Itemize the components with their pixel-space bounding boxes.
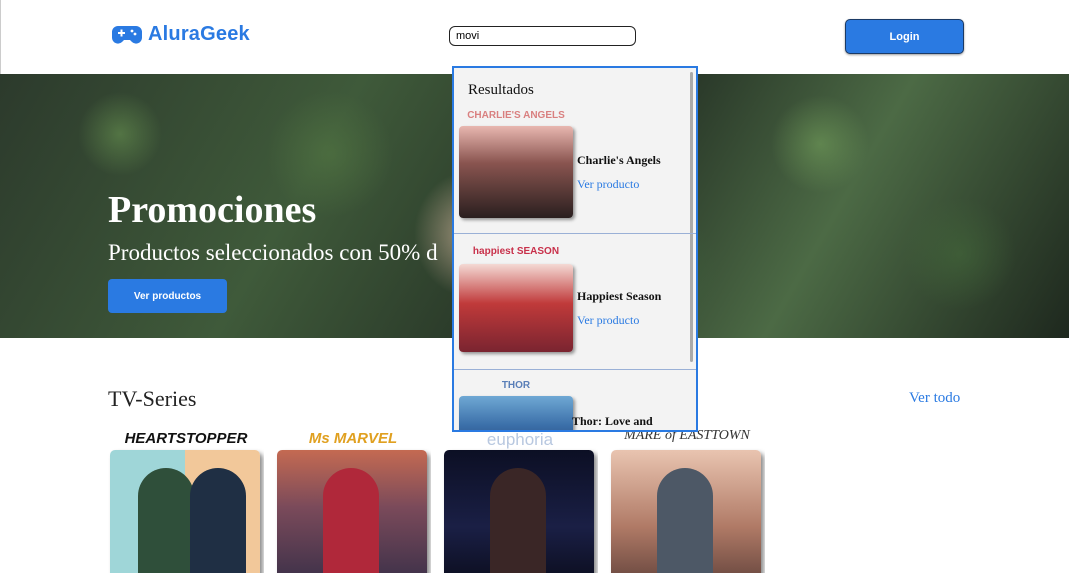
hero-subtitle: Productos seleccionados con 50% d xyxy=(108,240,438,265)
product-poster: MARE of EASTTOWN xyxy=(609,428,765,573)
product-card[interactable]: HEARTSTOPPER xyxy=(108,428,264,573)
view-products-button[interactable]: Ver productos xyxy=(108,279,227,313)
product-card[interactable]: Ms MARVEL xyxy=(275,428,431,573)
site-header: AluraGeek Login xyxy=(0,0,1069,74)
poster-figure xyxy=(323,468,379,573)
product-poster: HEARTSTOPPER xyxy=(108,428,264,573)
poster-title: euphoria xyxy=(486,430,554,449)
see-all-link[interactable]: Ver todo xyxy=(909,390,960,407)
search-results-panel: Resultados CHARLIE'S ANGELS Charlie's An… xyxy=(452,66,698,432)
thumbnail-title: CHARLIE'S ANGELS xyxy=(467,110,565,121)
result-thumbnail: THOR xyxy=(457,380,575,430)
view-product-link[interactable]: Ver producto xyxy=(577,313,639,328)
results-title: Resultados xyxy=(468,82,534,98)
product-card[interactable]: euphoria xyxy=(442,428,598,573)
result-name: Thor: Love and xyxy=(572,414,653,428)
result-thumbnail: happiest SEASON xyxy=(457,246,575,356)
product-grid: HEARTSTOPPER Ms MARVEL euphoria MARE of … xyxy=(108,428,765,573)
result-thumbnail: CHARLIE'S ANGELS xyxy=(457,110,575,220)
poster-title: Ms MARVEL xyxy=(308,430,398,447)
thumbnail-title: happiest SEASON xyxy=(472,246,560,257)
search-input[interactable] xyxy=(449,26,636,46)
thumbnail-poster xyxy=(459,264,573,352)
login-button[interactable]: Login xyxy=(845,19,964,54)
product-poster: Ms MARVEL xyxy=(275,428,431,573)
result-item[interactable]: THOR Thor: Love and xyxy=(454,370,696,430)
product-poster: euphoria xyxy=(442,428,598,573)
logo[interactable]: AluraGeek xyxy=(112,22,250,46)
section-title: TV-Series xyxy=(108,386,197,411)
result-item[interactable]: happiest SEASON Happiest Season Ver prod… xyxy=(454,234,696,370)
product-card[interactable]: MARE of EASTTOWN xyxy=(609,428,765,573)
result-name: Happiest Season xyxy=(577,289,662,303)
view-product-link[interactable]: Ver producto xyxy=(577,177,639,192)
poster-figure xyxy=(490,468,546,573)
result-item[interactable]: CHARLIE'S ANGELS Charlie's Angels Ver pr… xyxy=(454,98,696,234)
poster-figure xyxy=(657,468,713,573)
hero-title: Promociones xyxy=(108,189,317,231)
poster-title: HEARTSTOPPER xyxy=(124,430,248,447)
result-name: Charlie's Angels xyxy=(577,153,661,167)
brand-name: AluraGeek xyxy=(148,22,250,45)
thumbnail-title: THOR xyxy=(501,380,531,391)
thumbnail-poster xyxy=(459,396,573,430)
poster-figure xyxy=(190,468,246,573)
gamepad-icon xyxy=(112,26,142,44)
poster-figure xyxy=(138,468,194,573)
thumbnail-poster xyxy=(459,126,573,218)
